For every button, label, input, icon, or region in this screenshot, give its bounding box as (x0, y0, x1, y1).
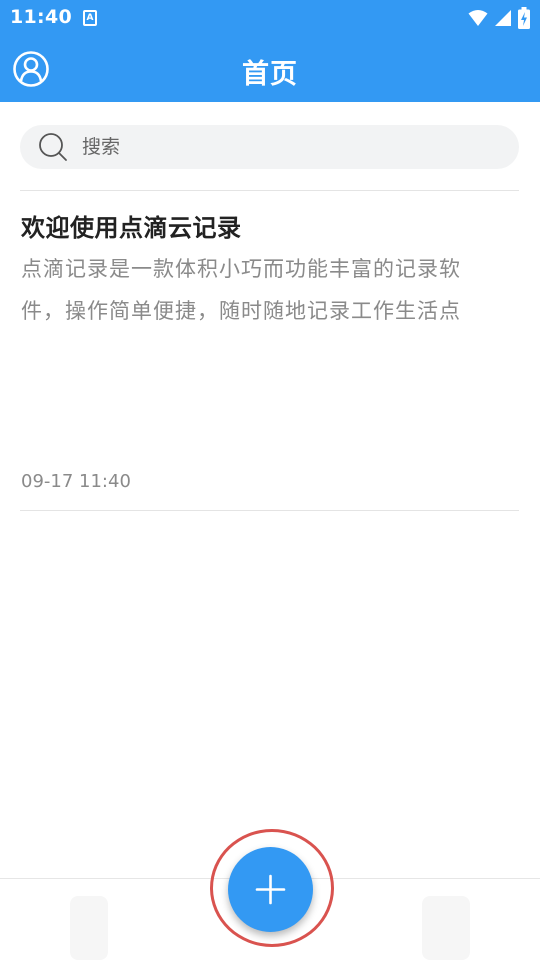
status-time: 11:40 (10, 6, 72, 28)
note-list-item[interactable]: 欢迎使用点滴云记录 点滴记录是一款体积小巧而功能丰富的记录软 件，操作简单便捷，… (20, 192, 519, 510)
add-note-button[interactable] (228, 847, 313, 932)
note-timestamp: 09-17 11:40 (21, 471, 131, 492)
divider-top (20, 190, 519, 191)
wifi-icon (468, 10, 488, 26)
notification-icon: A (83, 10, 97, 26)
app-header: 首页 (0, 36, 540, 102)
note-preview-line: 件，操作简单便捷，随时随地记录工作生活点 (21, 299, 461, 323)
page-title: 首页 (242, 59, 298, 90)
status-icons (462, 7, 530, 29)
battery-charging-icon (518, 7, 530, 29)
plus-icon (255, 874, 286, 905)
divider-bottom (20, 510, 519, 511)
search-input[interactable] (82, 131, 482, 163)
signal-icon (495, 10, 511, 26)
bottom-nav-right[interactable] (422, 896, 470, 960)
note-title: 欢迎使用点滴云记录 (21, 214, 242, 242)
search-bar[interactable] (20, 125, 519, 169)
bottom-nav-left[interactable] (70, 896, 108, 960)
search-icon (39, 133, 67, 161)
status-bar: 11:40 A (0, 0, 540, 36)
note-preview: 点滴记录是一款体积小巧而功能丰富的记录软 件，操作简单便捷，随时随地记录工作生活… (21, 248, 511, 332)
note-preview-line: 点滴记录是一款体积小巧而功能丰富的记录软 (21, 257, 461, 281)
app-screen: 11:40 A 首页 搜索 欢迎使用点滴云记录 点滴记录是一款体积小巧而功能丰富… (0, 0, 540, 960)
